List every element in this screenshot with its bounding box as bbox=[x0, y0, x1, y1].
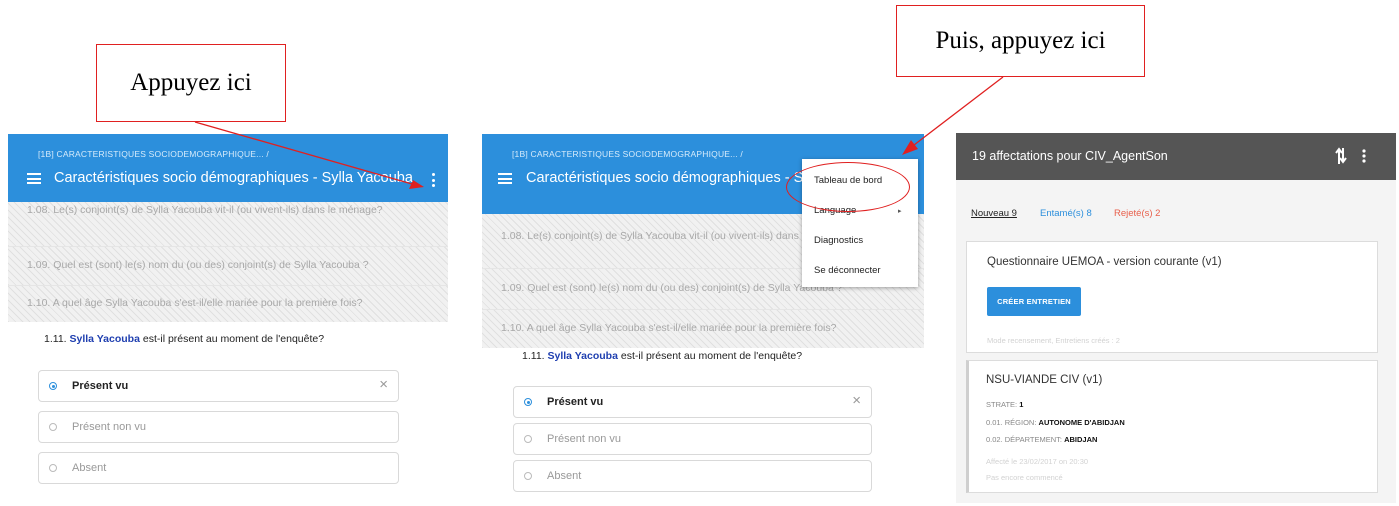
arrowhead-1 bbox=[409, 180, 424, 189]
arrowhead-2 bbox=[902, 140, 918, 155]
annotation-arrow-2 bbox=[913, 76, 1004, 146]
annotation-arrows bbox=[194, 76, 1004, 189]
annotation-arrow-1 bbox=[194, 121, 413, 185]
